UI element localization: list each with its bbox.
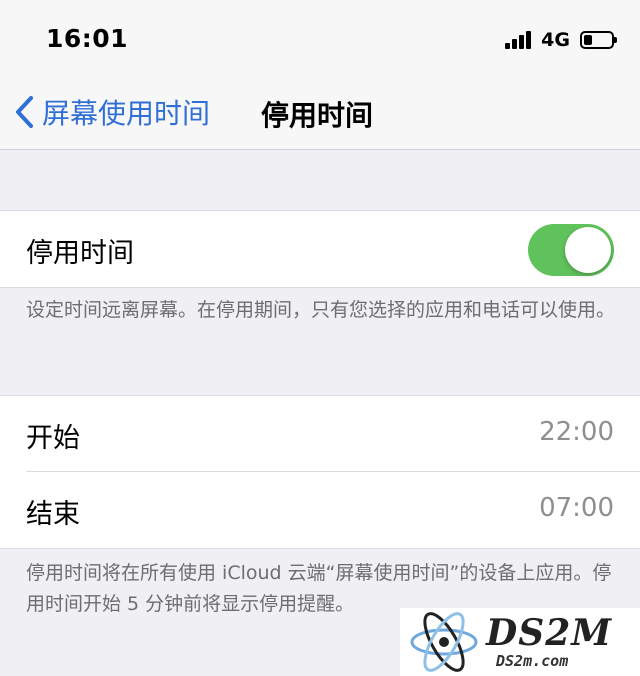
battery-tip [614,37,617,43]
status-indicators: 4G [505,28,617,52]
back-button-label: 屏幕使用时间 [42,97,211,130]
schedule-row-start[interactable]: 开始 22:00 [0,396,640,472]
schedule-start-value: 22:00 [539,417,614,447]
schedule-start-label: 开始 [26,423,80,454]
downtime-description: 设定时间远离屏幕。在停用期间，只有您选择的应用和电话可以使用。 [26,299,616,321]
status-time: 16:01 [46,24,129,53]
back-button[interactable]: 屏幕使用时间 [12,88,210,136]
network-type: 4G [541,29,570,51]
status-bar: 16:01 4G [0,0,640,78]
downtime-toggle-row: 停用时间 [0,211,640,287]
switch-knob [565,227,611,273]
schedule-group: 开始 22:00 结束 07:00 [0,395,640,549]
page-title: 停用时间 [261,99,374,132]
downtime-switch[interactable] [528,224,614,276]
downtime-toggle-label: 停用时间 [26,238,134,269]
watermark-title: DS2M [486,612,613,654]
navigation-bar: 屏幕使用时间 停用时间 [0,78,640,150]
downtime-toggle-group: 停用时间 [0,210,640,288]
schedule-row-end[interactable]: 结束 07:00 [0,472,640,548]
watermark: DS2M DS2m.com [400,608,640,676]
cellular-signal-icon [505,31,533,49]
schedule-end-value: 07:00 [539,493,614,523]
battery-icon [580,31,617,49]
chevron-left-icon [16,96,33,128]
atom-logo-icon [410,612,478,672]
battery-level-fill [584,35,592,45]
schedule-end-label: 结束 [26,499,80,530]
watermark-url: DS2m.com [496,652,569,670]
